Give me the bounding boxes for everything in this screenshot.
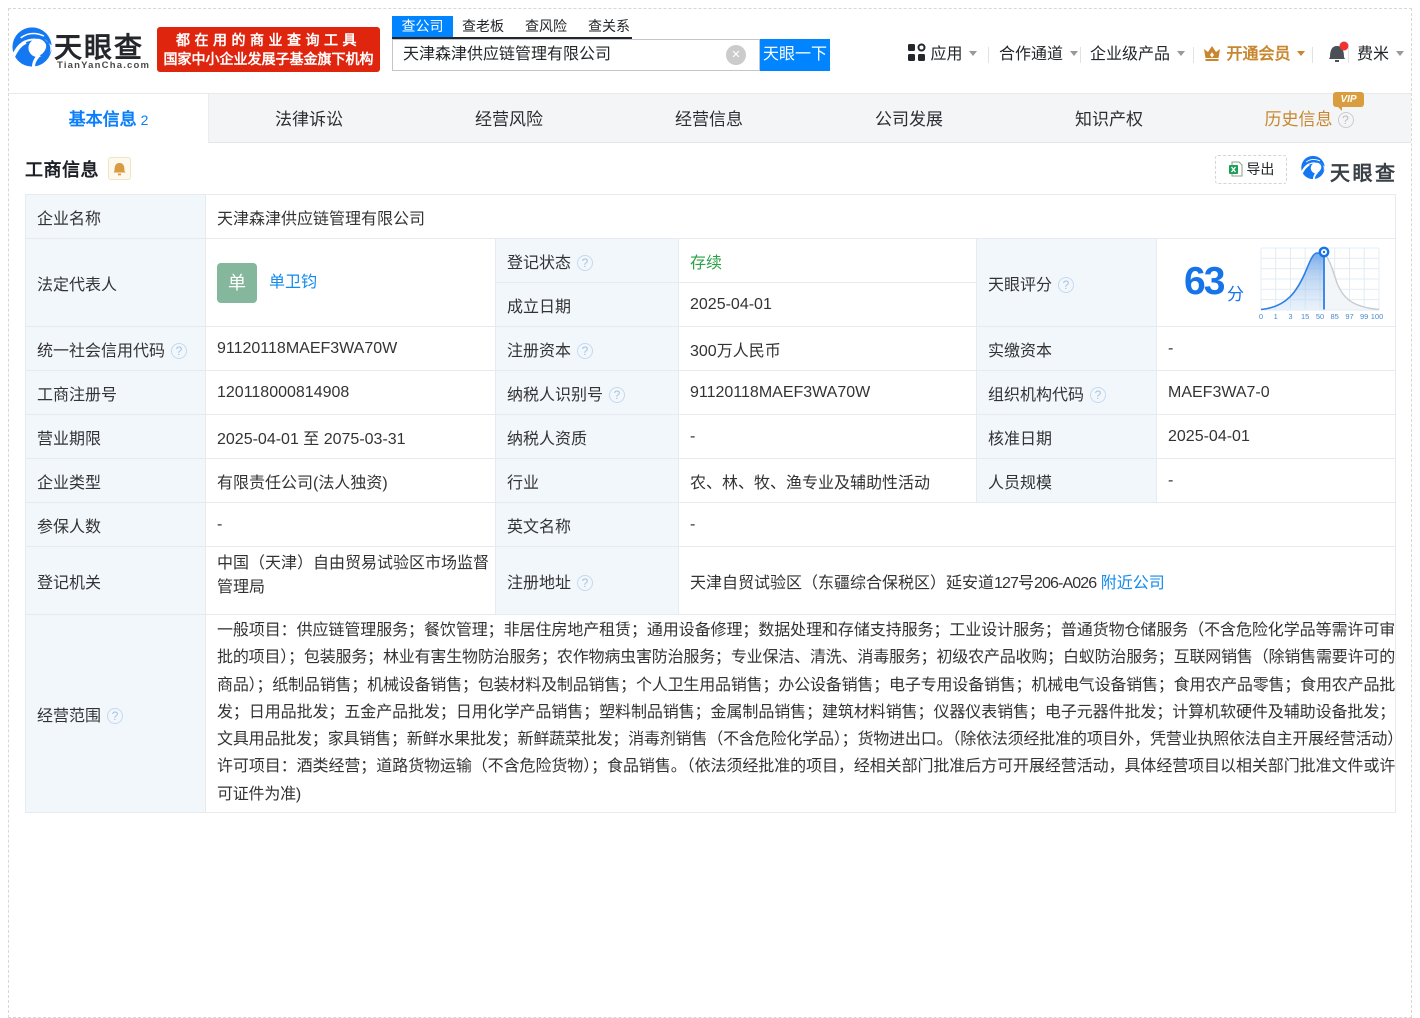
svg-text:97: 97 — [1345, 312, 1353, 321]
svg-text:3: 3 — [1288, 312, 1292, 321]
svg-text:100: 100 — [1371, 312, 1384, 321]
svg-text:15: 15 — [1301, 312, 1309, 321]
svg-text:99: 99 — [1360, 312, 1368, 321]
svg-text:85: 85 — [1331, 312, 1339, 321]
svg-text:1: 1 — [1274, 312, 1278, 321]
svg-text:50: 50 — [1316, 312, 1324, 321]
svg-text:0: 0 — [1259, 312, 1263, 321]
